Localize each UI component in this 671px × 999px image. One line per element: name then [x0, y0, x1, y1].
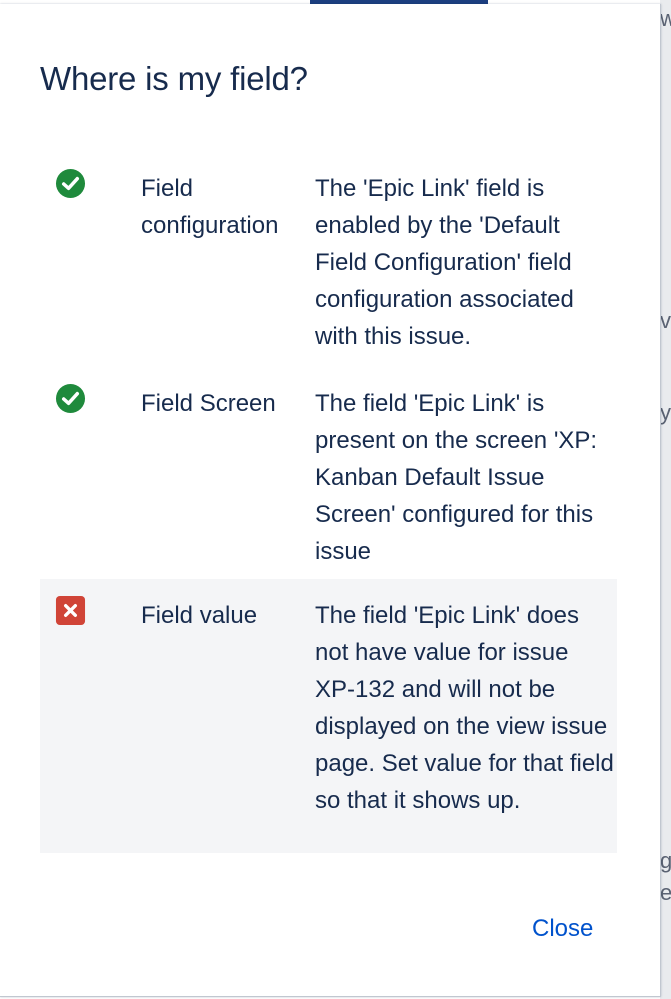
field-check-row-screen: Field Screen The field 'Epic Link' is pr… — [40, 379, 617, 574]
row-description: The field 'Epic Link' is present on the … — [315, 390, 598, 565]
row-label: Field configuration — [141, 175, 279, 239]
check-circle-icon — [55, 383, 86, 414]
error-x-icon — [55, 595, 86, 626]
row-description: The 'Epic Link' field is enabled by the … — [315, 175, 574, 350]
backdrop-right-edge: w v y g e — [660, 0, 671, 999]
field-check-row-configuration: Field configuration The 'Epic Link' fiel… — [40, 164, 617, 364]
close-button[interactable]: Close — [522, 909, 603, 949]
row-description: The field 'Epic Link' does not have valu… — [315, 602, 614, 814]
row-label: Field Screen — [141, 390, 276, 417]
where-is-my-field-dialog: Where is my field? Field configuration T… — [0, 4, 661, 997]
row-label: Field value — [141, 602, 258, 629]
dialog-title: Where is my field? — [40, 60, 308, 97]
check-circle-icon — [55, 168, 86, 199]
field-check-row-value: Field value The field 'Epic Link' does n… — [40, 579, 617, 853]
